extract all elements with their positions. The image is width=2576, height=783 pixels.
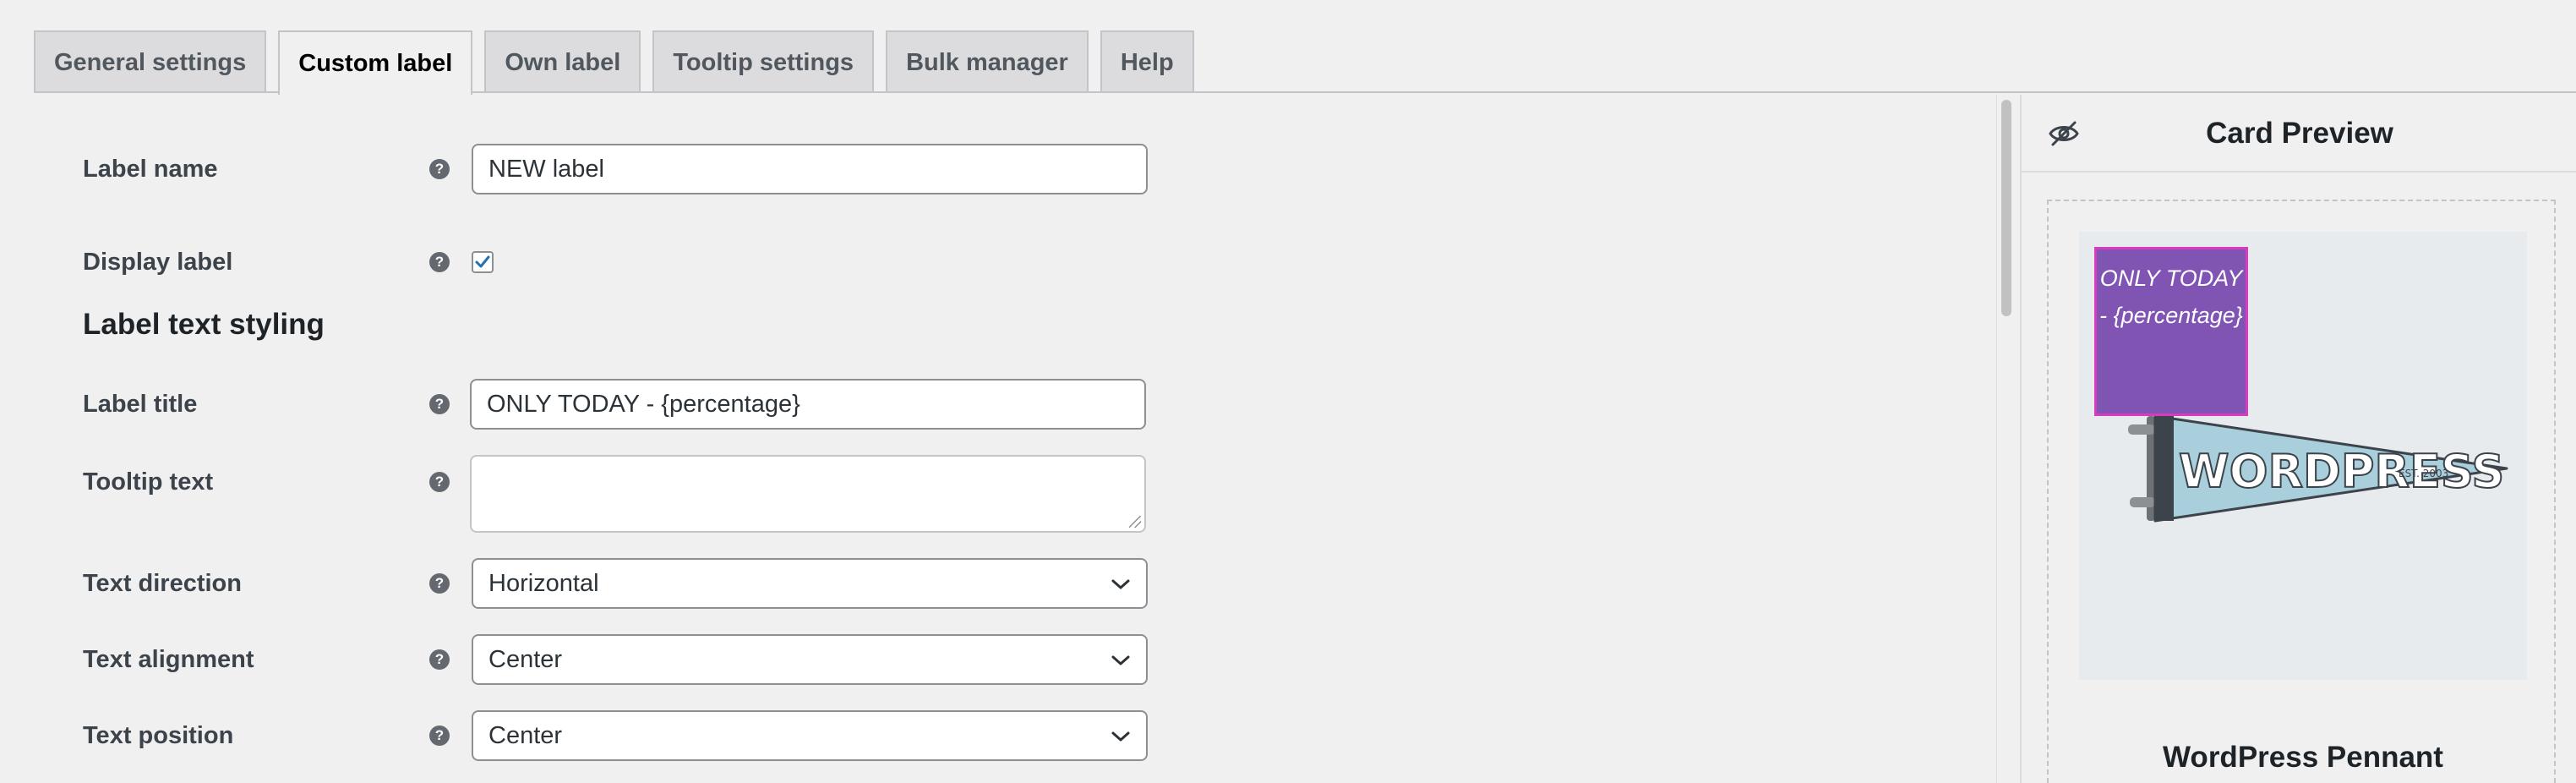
panel-title: Card Preview	[2206, 117, 2393, 150]
pennant-image: WORDPRESS EST. 2003	[2128, 414, 2508, 523]
product-title: WordPress Pennant	[2163, 741, 2443, 774]
help-icon[interactable]: ?	[429, 394, 450, 414]
scrollbar-thumb[interactable]	[2001, 100, 2011, 316]
text-position-select[interactable]: Center	[472, 710, 1148, 761]
pennant-small-text: EST. 2003	[2399, 468, 2448, 479]
chevron-down-icon	[1111, 731, 1130, 742]
label-name-input[interactable]: NEW label	[472, 144, 1148, 194]
form-scrollbar[interactable]	[1996, 95, 2015, 783]
label-title-row: Label title ? ONLY TODAY - {percentage}	[0, 379, 1183, 430]
text-position-label: Text position	[83, 722, 234, 749]
help-icon[interactable]: ?	[429, 649, 450, 670]
chevron-down-icon	[1111, 655, 1130, 665]
text-alignment-row: Text alignment ? Center	[0, 634, 1183, 685]
text-position-row: Text position ? Center	[0, 710, 1183, 761]
tooltip-text-textarea[interactable]	[470, 455, 1146, 533]
tab-bar: General settings Custom label Own label …	[34, 30, 1194, 95]
text-alignment-label: Text alignment	[83, 646, 254, 673]
help-icon[interactable]: ?	[429, 726, 450, 746]
custom-label-form: Label name ? NEW label Display label ? L…	[0, 93, 1995, 783]
text-direction-value: Horizontal	[488, 569, 599, 597]
product-image: WORDPRESS EST. 2003 ONLY TODAY - {percen…	[2079, 232, 2527, 680]
label-name-row: Label name ? NEW label	[0, 144, 1183, 194]
tab-bulk-manager[interactable]: Bulk manager	[886, 30, 1089, 93]
pennant-wordmark: WORDPRESS	[2179, 445, 2504, 498]
tab-custom-label[interactable]: Custom label	[278, 30, 473, 95]
text-position-value: Center	[488, 721, 563, 749]
help-icon[interactable]: ?	[429, 159, 450, 179]
tab-own-label[interactable]: Own label	[484, 30, 641, 93]
card-preview-panel: Card Preview WORDPRESS EST. 2003 ONLY TO…	[2020, 95, 2576, 783]
product-card: WORDPRESS EST. 2003 ONLY TODAY - {percen…	[2047, 200, 2556, 783]
chevron-down-icon	[1111, 579, 1130, 589]
preview-label-badge: ONLY TODAY - {percentage}	[2094, 247, 2248, 416]
text-alignment-value: Center	[488, 645, 563, 673]
text-direction-label: Text direction	[83, 570, 242, 597]
panel-header: Card Preview	[2022, 95, 2576, 172]
tooltip-text-row: Tooltip text ?	[0, 455, 1183, 533]
label-title-label: Label title	[83, 391, 198, 418]
label-name-label: Label name	[83, 156, 218, 183]
checkmark-icon	[475, 255, 490, 268]
text-alignment-select[interactable]: Center	[472, 634, 1148, 685]
help-icon[interactable]: ?	[429, 472, 450, 492]
tooltip-text-label: Tooltip text	[83, 468, 214, 496]
resize-handle[interactable]	[1129, 516, 1141, 528]
tab-tooltip-settings[interactable]: Tooltip settings	[652, 30, 875, 93]
display-label-label: Display label	[83, 249, 233, 276]
help-icon[interactable]: ?	[429, 573, 450, 594]
tab-help[interactable]: Help	[1100, 30, 1194, 93]
display-label-row: Display label ?	[0, 245, 1183, 279]
label-title-input[interactable]: ONLY TODAY - {percentage}	[470, 379, 1146, 430]
text-direction-select[interactable]: Horizontal	[472, 558, 1148, 609]
tab-general-settings[interactable]: General settings	[34, 30, 267, 93]
help-icon[interactable]: ?	[429, 252, 450, 272]
text-direction-row: Text direction ? Horizontal	[0, 558, 1183, 609]
section-title: Label text styling	[83, 308, 325, 341]
display-label-checkbox[interactable]	[472, 251, 494, 273]
